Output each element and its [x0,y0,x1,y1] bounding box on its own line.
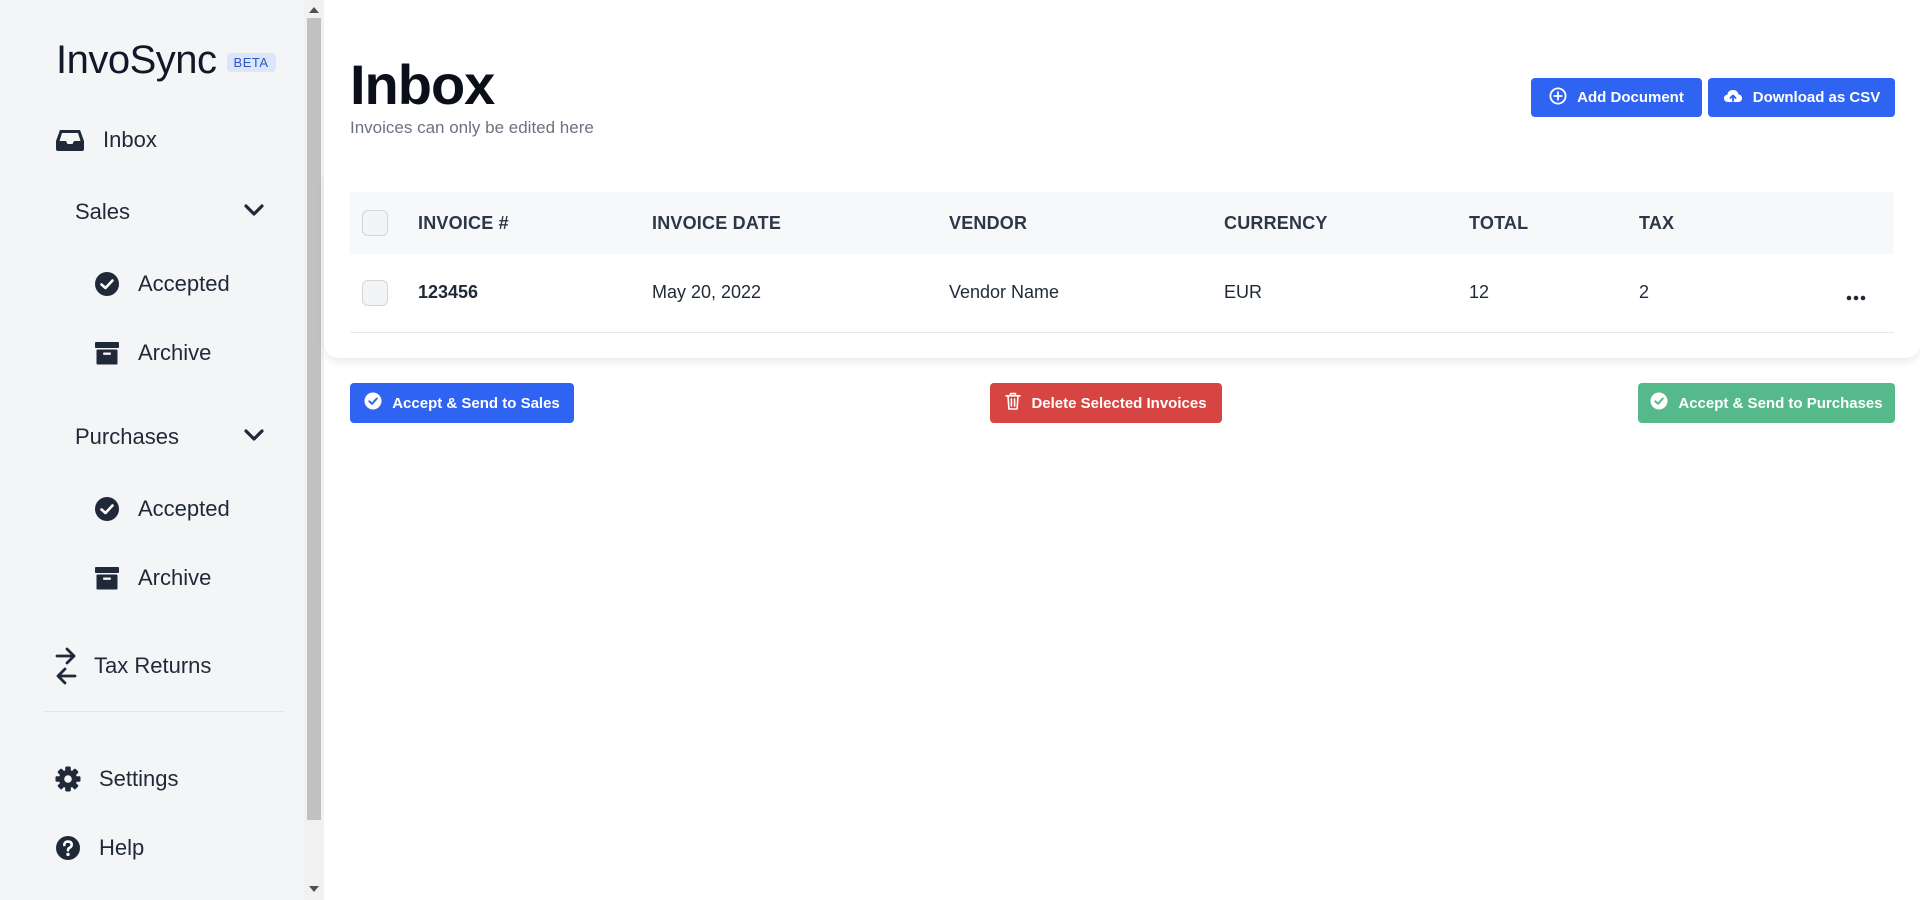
sidebar-divider [44,711,284,712]
row-divider [350,332,1894,333]
table-header: INVOICE # INVOICE DATE VENDOR CURRENCY T… [350,192,1894,254]
gear-icon [55,766,81,792]
trash-icon [1005,392,1022,414]
sidebar-section-sales[interactable]: Sales [75,199,130,225]
main-content: Inbox Invoices can only be edited here A… [324,0,1920,900]
column-header-currency[interactable]: CURRENCY [1224,192,1328,254]
sidebar-item-sales-accepted[interactable]: Accepted [94,271,230,297]
accept-send-purchases-button[interactable]: Accept & Send to Purchases [1638,383,1895,423]
sidebar-section-purchases[interactable]: Purchases [75,424,179,450]
sidebar: InvoSync BETA Inbox Sales Accepted Archi… [0,0,304,900]
app-logo[interactable]: InvoSync BETA [56,38,276,83]
cell-invoice-number[interactable]: 123456 [418,282,478,303]
button-label: Accept & Send to Sales [392,394,560,412]
check-circle-icon [364,392,382,414]
logo-text: InvoSync [56,38,217,82]
cell-vendor: Vendor Name [949,282,1060,302]
invoice-table-card: INVOICE # INVOICE DATE VENDOR CURRENCY T… [324,170,1920,358]
chevron-down-icon[interactable] [244,429,264,448]
sidebar-item-label: Archive [138,340,212,365]
button-label: Delete Selected Invoices [1031,394,1207,412]
cell-tax: 2 [1639,282,1650,302]
inbox-icon [55,128,85,152]
column-header-invoice-date[interactable]: INVOICE DATE [652,192,781,254]
scroll-up-arrow[interactable] [309,7,319,13]
page-subtitle: Invoices can only be edited here [350,118,594,137]
archive-box-icon [94,340,120,366]
sidebar-item-help[interactable]: Help [55,835,144,861]
row-checkbox[interactable] [362,280,388,306]
sidebar-item-label: Accepted [138,496,230,521]
page-title: Inbox [350,53,495,116]
sidebar-item-label: Accepted [138,271,230,296]
sidebar-item-settings[interactable]: Settings [55,766,179,792]
add-document-button[interactable]: Add Document [1531,78,1702,117]
sidebar-item-sales-archive[interactable]: Archive [94,340,211,366]
question-circle-icon [55,835,81,861]
column-header-vendor[interactable]: VENDOR [949,192,1027,254]
sidebar-item-inbox[interactable]: Inbox [55,127,157,153]
cell-currency: EUR [1224,282,1263,302]
sidebar-item-purchases-accepted[interactable]: Accepted [94,496,230,522]
accept-send-sales-button[interactable]: Accept & Send to Sales [350,383,574,423]
check-circle-icon [94,271,120,297]
download-csv-button[interactable]: Download as CSV [1708,78,1895,117]
sidebar-section-label: Purchases [75,424,179,449]
beta-badge: BETA [226,53,276,72]
select-all-checkbox[interactable] [362,210,388,236]
column-header-invoice[interactable]: INVOICE # [418,192,509,254]
button-label: Download as CSV [1752,89,1881,106]
cell-invoice-date: May 20, 2022 [652,282,762,302]
cloud-upload-icon [1723,88,1743,108]
arrows-exchange-icon [54,646,78,686]
scroll-thumb[interactable] [307,18,321,820]
sidebar-item-purchases-archive[interactable]: Archive [94,565,211,591]
sidebar-item-label: Help [99,835,145,860]
sidebar-item-tax-returns[interactable]: Tax Returns [54,646,211,686]
check-circle-icon [1650,392,1668,414]
plus-circle-icon [1549,87,1567,109]
button-label: Accept & Send to Purchases [1678,394,1883,412]
sidebar-item-label: Tax Returns [94,653,212,678]
column-header-tax[interactable]: TAX [1639,192,1674,254]
sidebar-item-label: Settings [99,766,179,791]
sidebar-section-label: Sales [75,199,131,224]
archive-box-icon [94,565,120,591]
check-circle-icon [94,496,120,522]
scroll-down-arrow[interactable] [309,886,319,892]
button-label: Add Document [1577,89,1684,106]
delete-selected-button[interactable]: Delete Selected Invoices [990,383,1222,423]
ellipsis-icon[interactable] [1846,288,1866,306]
chevron-down-icon[interactable] [244,204,264,223]
sidebar-item-label: Inbox [103,127,157,152]
sidebar-item-label: Archive [138,565,212,590]
column-header-total[interactable]: TOTAL [1469,192,1528,254]
sidebar-scrollbar[interactable] [304,0,324,900]
cell-total: 12 [1469,282,1490,302]
